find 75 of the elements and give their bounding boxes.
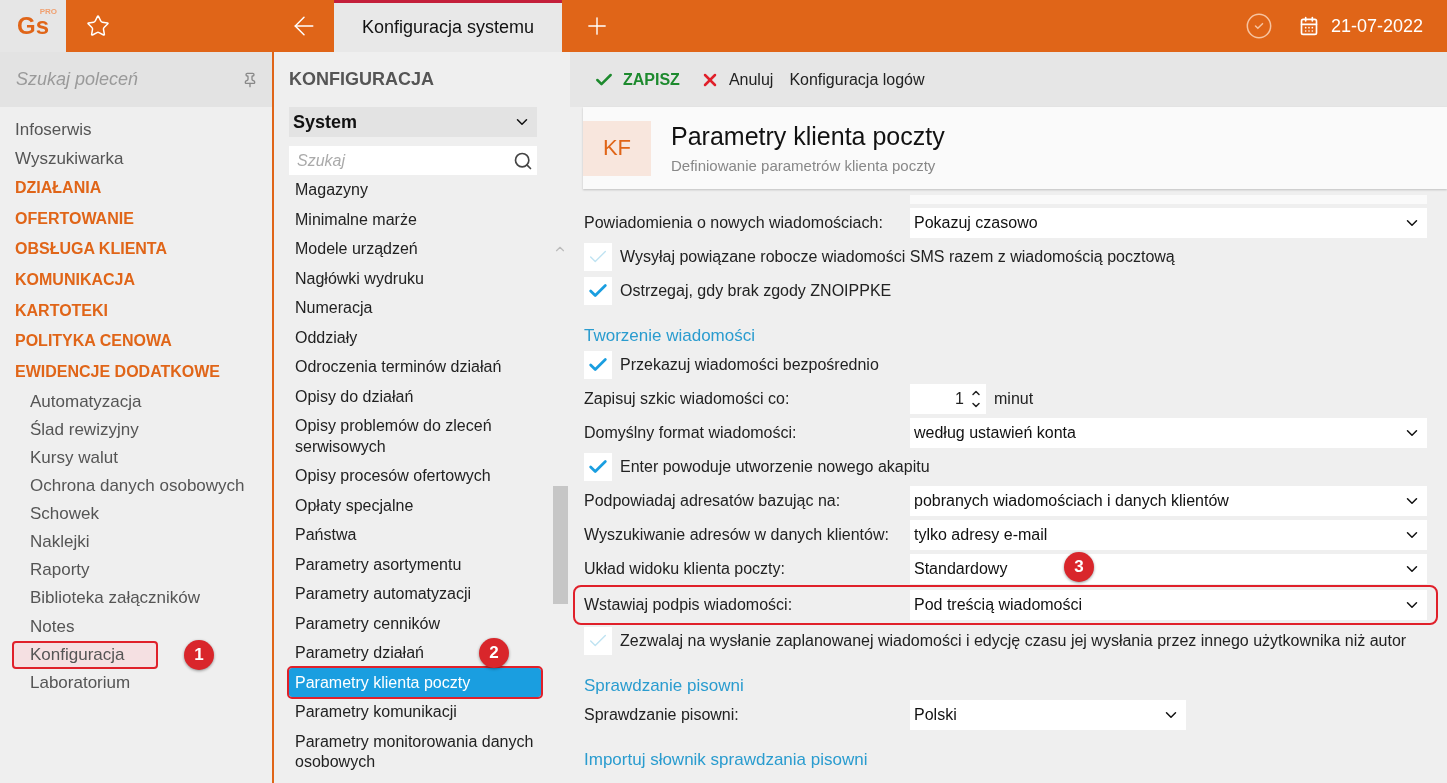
sidebar-item[interactable]: Ochrona danych osobowych — [0, 472, 272, 501]
config-list-item[interactable]: Opisy procesów ofertowych — [289, 461, 496, 491]
sidebar-item[interactable]: Automatyzacja — [0, 387, 272, 416]
field-label: Podpowiadaj adresatów bazując na: — [584, 492, 842, 510]
unit-label: minut — [994, 390, 1034, 408]
sidebar-item[interactable]: Schowek — [0, 500, 272, 529]
sidebar-item[interactable]: Laboratorium — [0, 668, 272, 697]
select-field[interactable]: Pod treścią wiadomości — [910, 590, 1427, 620]
config-list-item[interactable]: Opisy do działań — [289, 381, 419, 411]
page-subtitle: Definiowanie parametrów klienta poczty — [671, 157, 937, 174]
field-label: Powiadomienia o nowych wiadomościach: — [584, 214, 884, 232]
config-list-item[interactable]: Oddziały — [289, 322, 363, 352]
sidebar-item[interactable]: Naklejki — [0, 528, 272, 557]
save-button[interactable]: ZAPISZ — [594, 69, 680, 90]
category-select[interactable]: System — [289, 107, 537, 137]
panel-title: KONFIGURACJA — [289, 68, 435, 91]
number-spinner[interactable]: 1 — [910, 384, 986, 414]
config-list-item[interactable]: Opisy problemów do zleceń serwisowych — [289, 411, 541, 461]
config-list-item[interactable]: Parametry działań — [289, 638, 429, 668]
config-list-item[interactable]: Magazyny — [289, 175, 373, 205]
sidebar-item[interactable]: Ślad rewizyjny — [0, 415, 272, 444]
field-label: Zapisuj szkic wiadomości co: — [584, 390, 791, 408]
field-label: Domyślny format wiadomości: — [584, 424, 798, 442]
config-list-item[interactable]: Modele urządzeń — [289, 234, 423, 264]
checkbox[interactable] — [584, 277, 612, 305]
field-label: Wyszukiwanie adresów w danych klientów: — [584, 526, 890, 544]
config-list-item[interactable]: Numeracja — [289, 293, 378, 323]
cancel-button[interactable]: Anuluj — [699, 69, 774, 90]
config-list-item[interactable]: Opłaty specjalne — [289, 490, 419, 520]
sidebar-item[interactable]: Konfiguracja — [12, 640, 158, 669]
sidebar-item[interactable]: Notes — [0, 612, 272, 641]
search-icon[interactable] — [513, 150, 533, 171]
checkbox-label: Wysyłaj powiązane robocze wiadomości SMS razem z wiadomością pocztową — [620, 248, 1175, 266]
field-label: Wstawiaj podpis wiadomości: — [584, 596, 794, 614]
config-list-item[interactable]: Parametry asortymentu — [289, 549, 467, 579]
page-title: Parametry klienta poczty — [671, 122, 945, 151]
config-list-item[interactable]: Parametry cenników — [289, 608, 445, 638]
checkbox-label: Zezwalaj na wysłanie zaplanowanej wiadomości i edycję czasu jej wysłania przez innego użytkownika niż autor — [620, 632, 1407, 650]
checkbox[interactable] — [584, 453, 612, 481]
config-list-item[interactable]: Minimalne marże — [289, 204, 422, 234]
check-circle-icon[interactable] — [1244, 12, 1273, 40]
config-list-item[interactable]: Państwa — [289, 520, 362, 550]
calendar-icon[interactable] — [1298, 16, 1319, 36]
checkbox-label: Enter powoduje utworzenie nowego akapitu — [620, 458, 930, 476]
select-field[interactable]: pobranych wiadomościach i danych klientów — [910, 486, 1427, 516]
config-list-item[interactable]: Parametry komunikacji — [289, 697, 462, 727]
callout-badge: 1 — [184, 639, 214, 670]
checkbox[interactable] — [584, 351, 612, 379]
select-field[interactable]: Pokazuj czasowo — [910, 208, 1427, 238]
select-field[interactable]: Polski — [910, 700, 1186, 730]
checkbox[interactable] — [584, 627, 612, 655]
select-field[interactable]: według ustawień konta — [910, 418, 1427, 448]
field-label: Sprawdzanie pisowni: — [584, 706, 740, 724]
checkbox[interactable] — [584, 243, 612, 271]
checkbox-label: Przekazuj wiadomości bezpośrednio — [620, 356, 879, 374]
sidebar-item[interactable]: Raporty — [0, 556, 272, 585]
config-list-item[interactable]: Parametry monitorowania danych osobowych — [289, 726, 541, 777]
sidebar-item[interactable]: Biblioteka załączników — [0, 584, 272, 613]
config-list-item[interactable]: Odroczenia terminów działań — [289, 352, 507, 382]
config-list-item[interactable]: Nagłówki wydruku — [289, 263, 429, 293]
sidebar-item[interactable]: Infoserwis — [0, 115, 272, 144]
pin-icon[interactable] — [242, 71, 258, 88]
date-text: 21-07-2022 — [1330, 15, 1423, 37]
checkbox-label: Ostrzegaj, gdy brak zgody ZNOIPPKE — [620, 282, 892, 300]
log-config-button[interactable]: Konfiguracja logów — [789, 70, 925, 89]
logo-superscript: PRO — [39, 7, 57, 16]
section-badge: KF — [583, 120, 651, 176]
scrollbar-thumb[interactable] — [552, 486, 568, 604]
tab[interactable]: Konfiguracja systemu — [334, 0, 562, 52]
select-field[interactable]: tylko adresy e-mail — [910, 520, 1427, 550]
config-list-item[interactable]: Parametry automatyzacji — [289, 579, 477, 609]
sidebar-item[interactable]: Wyszukiwarka — [0, 144, 272, 173]
field-label: Układ widoku klienta poczty: — [584, 560, 786, 578]
callout-badge: 2 — [479, 637, 509, 668]
sidebar-item[interactable]: Kursy walut — [0, 444, 272, 473]
